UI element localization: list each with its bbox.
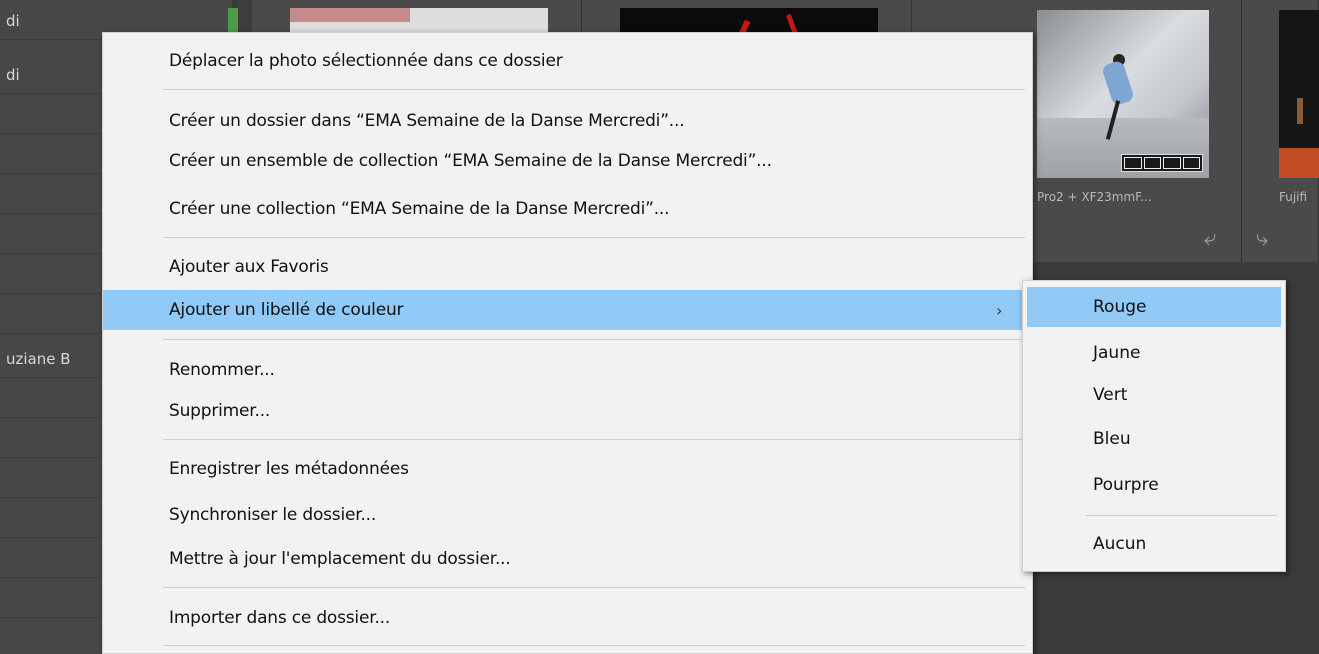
menu-item-label: Importer dans ce dossier... <box>169 608 391 628</box>
menu-item-save-metadata[interactable]: Enregistrer les métadonnées <box>103 449 1032 489</box>
submenu-item-label: Vert <box>1093 385 1128 405</box>
submenu-item-purple[interactable]: Pourpre <box>1027 465 1281 505</box>
submenu-item-blue[interactable]: Bleu <box>1027 419 1281 459</box>
menu-item-import-here[interactable]: Importer dans ce dossier... <box>103 598 1032 638</box>
menu-separator <box>163 339 1025 340</box>
menu-item-label: Enregistrer les métadonnées <box>169 459 409 479</box>
panel-accent <box>228 8 238 34</box>
folder-label: di <box>6 12 20 30</box>
photo-thumbnail[interactable] <box>1037 10 1209 178</box>
menu-item-update-folder-location[interactable]: Mettre à jour l'emplacement du dossier..… <box>103 539 1032 579</box>
menu-separator <box>163 237 1025 238</box>
folder-label: di <box>6 66 20 84</box>
menu-item-move-photo[interactable]: Déplacer la photo sélectionnée dans ce d… <box>103 41 1032 81</box>
menu-item-label: Ajouter un libellé de couleur <box>169 300 404 320</box>
menu-item-label: Créer une collection “EMA Semaine de la … <box>169 199 670 219</box>
menu-item-create-collection[interactable]: Créer une collection “EMA Semaine de la … <box>103 189 1032 229</box>
photo-badges-icon <box>1121 154 1203 172</box>
menu-item-label: Mettre à jour l'emplacement du dossier..… <box>169 549 511 569</box>
submenu-item-label: Pourpre <box>1093 475 1159 495</box>
submenu-item-green[interactable]: Vert <box>1027 375 1281 415</box>
menu-separator <box>163 645 1025 646</box>
photo-caption: Fujifi <box>1279 190 1308 204</box>
submenu-separator <box>1085 515 1277 516</box>
photo-caption: Pro2 + XF23mmF... <box>1037 190 1152 204</box>
submenu-item-none[interactable]: Aucun <box>1027 524 1281 564</box>
folder-label: uziane B <box>6 350 71 368</box>
menu-separator <box>163 439 1025 440</box>
menu-item-delete[interactable]: Supprimer... <box>103 391 1032 431</box>
menu-item-label: Supprimer... <box>169 401 271 421</box>
menu-item-add-color-label[interactable]: Ajouter un libellé de couleur › <box>103 290 1032 330</box>
menu-item-label: Déplacer la photo sélectionnée dans ce d… <box>169 51 563 71</box>
submenu-item-label: Aucun <box>1093 534 1147 554</box>
menu-item-create-collection-set[interactable]: Créer un ensemble de collection “EMA Sem… <box>103 141 1032 181</box>
submenu-item-label: Rouge <box>1093 297 1147 317</box>
context-menu: Déplacer la photo sélectionnée dans ce d… <box>102 32 1033 654</box>
menu-item-label: Renommer... <box>169 360 275 380</box>
menu-item-rename[interactable]: Renommer... <box>103 350 1032 390</box>
menu-item-label: Synchroniser le dossier... <box>169 505 377 525</box>
menu-item-sync-folder[interactable]: Synchroniser le dossier... <box>103 495 1032 535</box>
submenu-arrow-icon: › <box>996 300 1003 320</box>
menu-item-add-favorites[interactable]: Ajouter aux Favoris <box>103 247 1032 287</box>
menu-separator <box>163 89 1025 90</box>
submenu-item-yellow[interactable]: Jaune <box>1027 333 1281 373</box>
menu-item-create-folder[interactable]: Créer un dossier dans “EMA Semaine de la… <box>103 101 1032 141</box>
rotate-right-icon[interactable]: ⤷ <box>1256 226 1268 251</box>
color-label-submenu: Rouge Jaune Vert Bleu Pourpre Aucun <box>1022 280 1286 572</box>
menu-item-label: Ajouter aux Favoris <box>169 257 329 277</box>
menu-separator <box>163 587 1025 588</box>
photo-thumbnail[interactable] <box>1279 10 1319 178</box>
submenu-item-red[interactable]: Rouge <box>1027 287 1281 327</box>
menu-item-label: Créer un ensemble de collection “EMA Sem… <box>169 151 772 171</box>
menu-item-label: Créer un dossier dans “EMA Semaine de la… <box>169 111 685 131</box>
submenu-item-label: Bleu <box>1093 429 1131 449</box>
rotate-left-icon[interactable]: ⤶ <box>1204 226 1216 251</box>
submenu-item-label: Jaune <box>1093 343 1141 363</box>
